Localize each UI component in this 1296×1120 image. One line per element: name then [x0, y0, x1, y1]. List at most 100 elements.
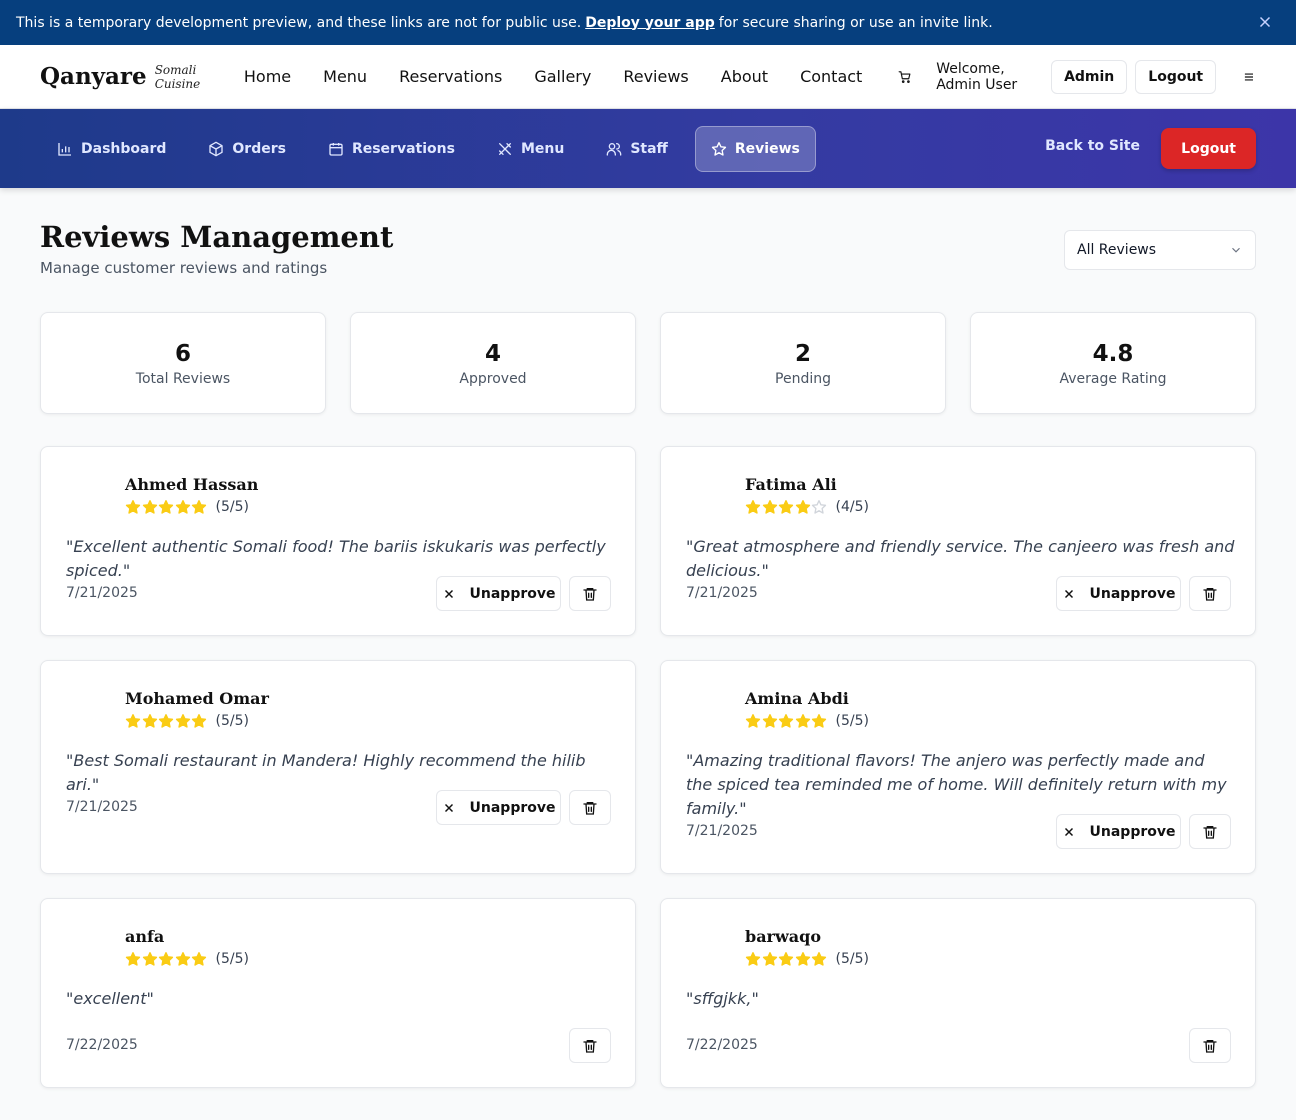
delete-button[interactable] — [569, 790, 611, 825]
page-title: Reviews Management — [40, 220, 394, 254]
header-logout-button[interactable]: Logout — [1135, 59, 1217, 94]
admin-tab-dashboard[interactable]: Dashboard — [42, 126, 181, 172]
star-filled-icon — [778, 714, 794, 728]
delete-button[interactable] — [569, 1028, 611, 1063]
star-filled-icon — [142, 952, 157, 966]
unapprove-button[interactable]: Unapprove — [1056, 814, 1181, 849]
trash-icon — [1203, 825, 1217, 839]
stat-average-rating: 4.8 Average Rating — [970, 312, 1256, 414]
star-filled-icon — [811, 952, 827, 966]
rating-text: (4/5) — [835, 499, 869, 515]
close-icon — [444, 803, 453, 812]
trash-icon — [1203, 1039, 1217, 1053]
hamburger-menu-icon[interactable] — [1242, 67, 1256, 87]
nav-gallery[interactable]: Gallery — [534, 67, 591, 86]
review-date: 7/21/2025 — [686, 585, 758, 601]
reviewer-name: Fatima Ali — [745, 475, 837, 494]
star-filled-icon — [125, 500, 141, 514]
star-filled-icon — [762, 714, 777, 728]
rating-text: (5/5) — [835, 951, 869, 967]
reviewer-name: Ahmed Hassan — [125, 475, 259, 494]
admin-tab-label: Orders — [232, 140, 286, 157]
nav-contact[interactable]: Contact — [800, 67, 862, 86]
star-filled-icon — [158, 714, 174, 728]
unapprove-label: Unapprove — [469, 585, 556, 602]
stat-label: Average Rating — [1059, 371, 1167, 387]
site-header: Qanyare Somali Cuisine Home Menu Reserva… — [0, 45, 1296, 109]
page-subtitle: Manage customer reviews and ratings — [40, 259, 328, 277]
star-filled-icon — [142, 714, 157, 728]
filter-value: All Reviews — [1077, 242, 1157, 258]
review-date: 7/22/2025 — [66, 1037, 138, 1053]
admin-tab-menu[interactable]: Menu — [482, 126, 579, 172]
back-to-site-link[interactable]: Back to Site — [1045, 138, 1140, 154]
delete-button[interactable] — [1189, 1028, 1231, 1063]
star-filled-icon — [811, 714, 827, 728]
star-filled-icon — [191, 714, 207, 728]
star-filled-icon — [745, 714, 761, 728]
star-filled-icon — [795, 500, 810, 514]
close-icon — [1064, 589, 1073, 598]
admin-tab-label: Dashboard — [81, 140, 167, 157]
nav-reviews[interactable]: Reviews — [623, 67, 688, 86]
chevron-down-icon — [1232, 247, 1240, 253]
admin-tab-reservations[interactable]: Reservations — [313, 126, 470, 172]
logout-button[interactable]: Logout — [1161, 128, 1256, 169]
reviewer-name: barwaqo — [745, 927, 821, 946]
review-card: Fatima Ali (4/5) "Great atmosphere and f… — [660, 446, 1256, 636]
review-date: 7/21/2025 — [686, 823, 758, 839]
trash-icon — [583, 801, 597, 815]
stat-pending: 2 Pending — [660, 312, 946, 414]
deploy-link[interactable]: Deploy your app — [585, 15, 715, 31]
stat-value: 2 — [794, 341, 811, 367]
bar-chart-icon — [58, 142, 71, 156]
cart-icon[interactable] — [898, 67, 912, 87]
review-card: Mohamed Omar (5/5) "Best Somali restaura… — [40, 660, 636, 874]
rating-text: (5/5) — [835, 713, 869, 729]
nav-menu[interactable]: Menu — [323, 67, 367, 86]
logo-subtitle: Somali Cuisine — [154, 62, 201, 91]
star-filled-icon — [795, 714, 810, 728]
stat-value: 4.8 — [1092, 341, 1134, 367]
review-card: anfa (5/5) "excellent" 7/22/2025 — [40, 898, 636, 1088]
delete-button[interactable] — [1189, 814, 1231, 849]
rating-text: (5/5) — [215, 499, 249, 515]
star-filled-icon — [191, 952, 207, 966]
reviewer-name: Mohamed Omar — [125, 689, 269, 708]
site-nav: Home Menu Reservations Gallery Reviews A… — [244, 67, 894, 86]
calendar-icon — [329, 142, 343, 156]
star-rating: (5/5) — [125, 713, 249, 729]
admin-tab-label: Menu — [520, 140, 565, 157]
admin-tab-staff[interactable]: Staff — [591, 126, 683, 172]
admin-tab-label: Reservations — [351, 140, 455, 157]
nav-home[interactable]: Home — [244, 67, 291, 86]
welcome-text: Welcome, Admin User — [936, 60, 1018, 93]
delete-button[interactable] — [569, 576, 611, 611]
unapprove-button[interactable]: Unapprove — [436, 790, 561, 825]
delete-button[interactable] — [1189, 576, 1231, 611]
stat-approved: 4 Approved — [350, 312, 636, 414]
star-rating: (5/5) — [125, 951, 249, 967]
close-icon[interactable] — [1256, 13, 1274, 31]
banner-text-after: for secure sharing or use an invite link… — [718, 14, 993, 31]
unapprove-label: Unapprove — [469, 799, 556, 816]
nav-about[interactable]: About — [721, 67, 768, 86]
admin-button[interactable]: Admin — [1051, 59, 1128, 94]
unapprove-button[interactable]: Unapprove — [1056, 576, 1181, 611]
admin-tab-label: Staff — [630, 140, 668, 157]
star-filled-icon — [745, 952, 761, 966]
package-icon — [209, 141, 224, 156]
stat-total-reviews: 6 Total Reviews — [40, 312, 326, 414]
star-filled-icon — [745, 500, 761, 514]
unapprove-button[interactable]: Unapprove — [436, 576, 561, 611]
admin-tab-reviews[interactable]: Reviews — [694, 125, 816, 172]
rating-text: (5/5) — [215, 951, 249, 967]
users-icon — [606, 142, 622, 156]
logo[interactable]: Qanyare — [40, 63, 147, 90]
review-filter-select[interactable]: All Reviews — [1064, 230, 1256, 270]
trash-icon — [583, 587, 597, 601]
nav-reservations[interactable]: Reservations — [399, 67, 502, 86]
star-rating: (5/5) — [745, 713, 869, 729]
star-filled-icon — [762, 500, 777, 514]
admin-tab-orders[interactable]: Orders — [193, 126, 301, 172]
